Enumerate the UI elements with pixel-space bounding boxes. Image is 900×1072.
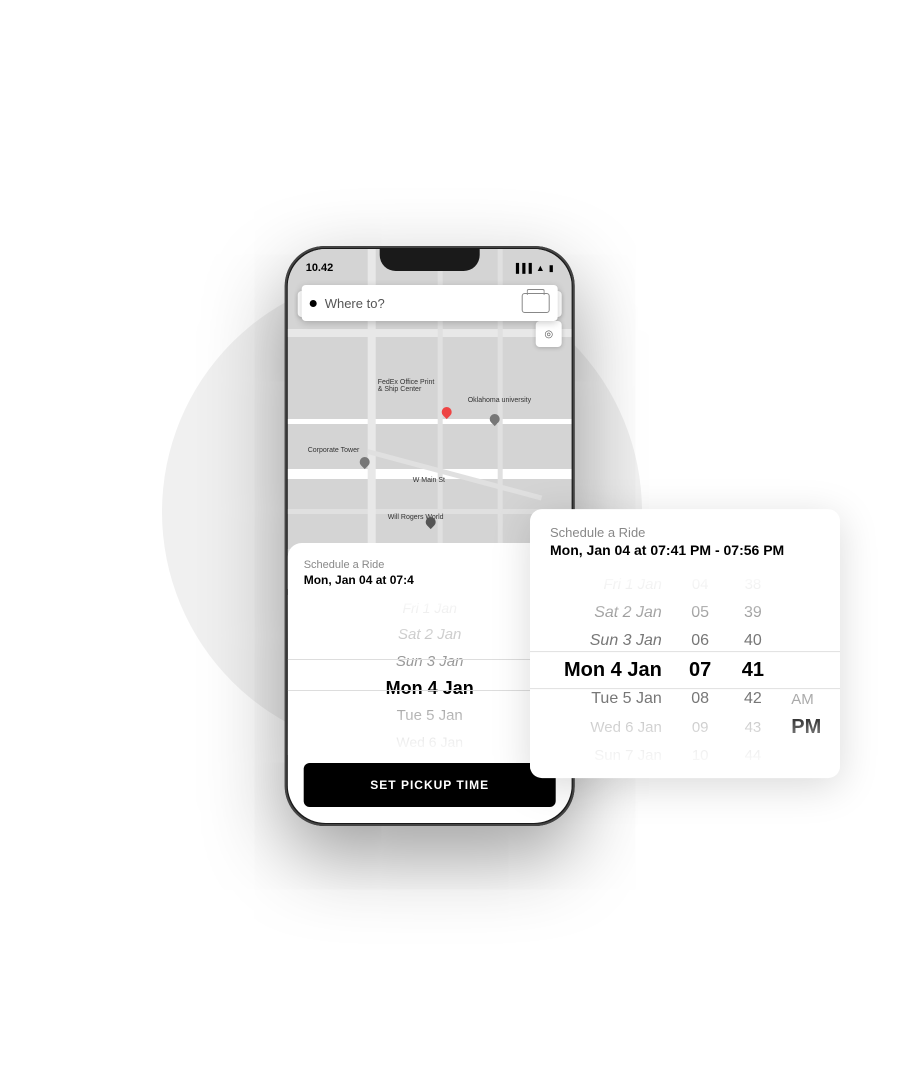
location-icon: ◎ <box>544 329 553 340</box>
popup-hour-10: 10 <box>674 742 727 771</box>
popup-hour-column: 04 05 06 07 08 09 10 <box>674 570 727 770</box>
popup-min-42: 42 <box>727 684 780 713</box>
search-dot <box>310 300 317 307</box>
picker-popup[interactable]: Fri 1 Jan Sat 2 Jan Sun 3 Jan Mon 4 Jan … <box>530 570 840 770</box>
popup-hour-05: 05 <box>674 599 727 628</box>
popup-date-column: Fri 1 Jan Sat 2 Jan Sun 3 Jan Mon 4 Jan … <box>530 570 674 770</box>
popup-hour-09: 09 <box>674 713 727 742</box>
popup-hour-07: 07 <box>674 656 727 685</box>
popup-minute-column: 38 39 40 41 42 43 44 <box>727 570 780 770</box>
scene: 10.42 ▐▐▐ ▲ ▮ <box>0 0 900 1072</box>
popup-date-wed: Wed 6 Jan <box>530 713 662 742</box>
status-icons: ▐▐▐ ▲ ▮ <box>513 263 554 274</box>
popup-date-sun2: Sun 7 Jan <box>530 742 662 771</box>
status-time: 10.42 <box>306 262 334 274</box>
schedule-popup: Schedule a Ride Mon, Jan 04 at 07:41 PM … <box>530 509 840 778</box>
popup-date-mon: Mon 4 Jan <box>530 656 662 685</box>
set-pickup-label: SET PICKUP TIME <box>370 778 489 792</box>
map-label-oklahoma: Oklahoma university <box>468 397 531 404</box>
popup-min-43: 43 <box>727 713 780 742</box>
map-label-corporate: Corporate Tower <box>308 447 360 454</box>
popup-min-39: 39 <box>727 599 780 628</box>
search-bar[interactable]: Where to? <box>302 285 558 321</box>
wifi-icon: ▲ <box>536 263 545 273</box>
popup-hour-04: 04 <box>674 570 727 599</box>
popup-title: Schedule a Ride <box>530 525 840 540</box>
popup-min-40: 40 <box>727 627 780 656</box>
popup-date-sat: Sat 2 Jan <box>530 599 662 628</box>
search-placeholder: Where to? <box>325 296 522 311</box>
car-icon <box>522 293 550 313</box>
map-label-fedex: FedEx Office Print& Ship Center <box>378 379 435 393</box>
signal-icon: ▐▐▐ <box>513 263 532 273</box>
phone-notch <box>380 249 480 271</box>
map-label-wmain: W Main St <box>413 477 445 484</box>
popup-subtitle: Mon, Jan 04 at 07:41 PM - 07:56 PM <box>530 540 840 570</box>
popup-min-41: 41 <box>727 656 780 685</box>
popup-min-38: 38 <box>727 570 780 599</box>
popup-am: AM <box>787 594 840 708</box>
popup-hour-08: 08 <box>674 684 727 713</box>
location-button[interactable]: ◎ <box>536 321 562 347</box>
popup-date-fri: Fri 1 Jan <box>530 570 662 599</box>
popup-date-tue: Tue 5 Jan <box>530 684 662 713</box>
popup-date-sun: Sun 3 Jan <box>530 627 662 656</box>
battery-icon: ▮ <box>549 263 554 274</box>
popup-min-44: 44 <box>727 742 780 771</box>
set-pickup-button[interactable]: SET PICKUP TIME <box>304 763 556 807</box>
popup-pm: PM <box>787 708 840 746</box>
popup-hour-06: 06 <box>674 627 727 656</box>
popup-ampm-column: AM PM <box>779 570 840 770</box>
